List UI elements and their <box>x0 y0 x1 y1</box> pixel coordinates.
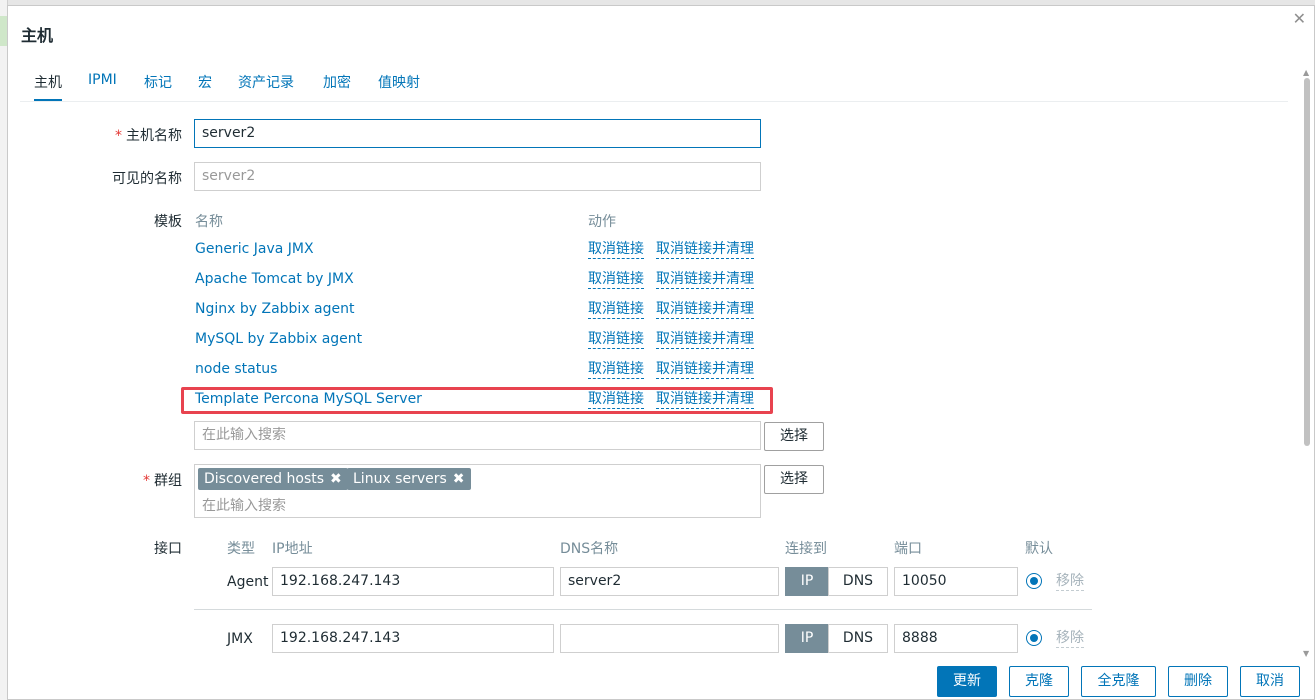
default-radio[interactable] <box>1026 630 1042 646</box>
unlink-button[interactable]: 取消链接 <box>588 301 644 319</box>
tab-inventory[interactable]: 资产记录 <box>238 72 294 92</box>
update-button[interactable]: 更新 <box>937 666 997 697</box>
interfaces-dns-header: DNS名称 <box>560 541 619 557</box>
interfaces-port-header: 端口 <box>894 541 922 557</box>
interface-dns-input[interactable] <box>560 624 779 653</box>
interface-ip-input[interactable]: 192.168.247.143 <box>272 624 554 653</box>
templates-name-header: 名称 <box>195 214 223 230</box>
templates-label: 模板 <box>154 214 182 230</box>
interfaces-type-header: 类型 <box>227 541 255 557</box>
groups-label: * 群组 <box>143 473 182 489</box>
interface-type: Agent <box>227 574 269 590</box>
unlink-button[interactable]: 取消链接 <box>588 361 644 379</box>
interface-dns-input[interactable]: server2 <box>560 567 779 596</box>
unlink-button[interactable]: 取消链接 <box>588 331 644 349</box>
delete-button[interactable]: 删除 <box>1168 666 1228 697</box>
template-link[interactable]: Template Percona MySQL Server <box>195 391 422 407</box>
interface-port-input[interactable]: 8888 <box>894 624 1018 653</box>
host-name-label: * 主机名称 <box>115 128 182 144</box>
remove-interface-button[interactable]: 移除 <box>1056 630 1084 648</box>
template-link[interactable]: node status <box>195 361 277 377</box>
template-select-button[interactable]: 选择 <box>764 422 824 451</box>
template-link[interactable]: Apache Tomcat by JMX <box>195 271 354 287</box>
connect-ip-toggle[interactable]: IP <box>785 624 829 653</box>
connect-dns-toggle[interactable]: DNS <box>828 567 888 596</box>
remove-chip-icon[interactable]: ✖ <box>330 471 342 487</box>
template-link[interactable]: Nginx by Zabbix agent <box>195 301 355 317</box>
connect-ip-toggle[interactable]: IP <box>785 567 829 596</box>
tab-bar: 主机 IPMI 标记 宏 资产记录 加密 值映射 <box>20 70 1288 102</box>
default-radio[interactable] <box>1026 573 1042 589</box>
unlink-clear-button[interactable]: 取消链接并清理 <box>656 361 754 379</box>
tab-tags[interactable]: 标记 <box>144 72 172 92</box>
scroll-down-icon[interactable]: ▼ <box>1303 649 1309 658</box>
unlink-clear-button[interactable]: 取消链接并清理 <box>656 331 754 349</box>
interfaces-connect-header: 连接到 <box>785 541 827 557</box>
tab-ipmi[interactable]: IPMI <box>88 72 117 88</box>
interfaces-default-header: 默认 <box>1025 541 1053 557</box>
connect-dns-toggle[interactable]: DNS <box>828 624 888 653</box>
interface-divider <box>194 609 1092 610</box>
scrollbar-thumb[interactable] <box>1304 78 1310 446</box>
scroll-up-icon[interactable]: ▲ <box>1303 68 1309 77</box>
tab-host[interactable]: 主机 <box>34 72 62 101</box>
close-icon[interactable]: ✕ <box>1293 9 1306 28</box>
groups-select-button[interactable]: 选择 <box>764 465 824 494</box>
interface-port-input[interactable]: 10050 <box>894 567 1018 596</box>
visible-name-input[interactable]: server2 <box>194 162 761 191</box>
scrollbar[interactable]: ▲ ▼ <box>1300 68 1314 658</box>
template-link[interactable]: Generic Java JMX <box>195 241 314 257</box>
remove-chip-icon[interactable]: ✖ <box>453 471 465 487</box>
group-chip: Discovered hosts ✖ <box>198 468 348 490</box>
tab-macros[interactable]: 宏 <box>198 72 212 92</box>
template-search-input[interactable]: 在此输入搜索 <box>194 421 761 450</box>
unlink-button[interactable]: 取消链接 <box>588 271 644 289</box>
unlink-clear-button[interactable]: 取消链接并清理 <box>656 391 754 409</box>
remove-interface-button[interactable]: 移除 <box>1056 573 1084 591</box>
unlink-button[interactable]: 取消链接 <box>588 391 644 409</box>
tab-encryption[interactable]: 加密 <box>323 72 351 92</box>
unlink-button[interactable]: 取消链接 <box>588 241 644 259</box>
full-clone-button[interactable]: 全克隆 <box>1081 666 1156 697</box>
interface-type: JMX <box>227 631 253 647</box>
clone-button[interactable]: 克隆 <box>1009 666 1069 697</box>
unlink-clear-button[interactable]: 取消链接并清理 <box>656 301 754 319</box>
unlink-clear-button[interactable]: 取消链接并清理 <box>656 241 754 259</box>
groups-search-input[interactable]: 在此输入搜索 <box>202 495 286 515</box>
host-name-input[interactable]: server2 <box>194 119 761 148</box>
templates-action-header: 动作 <box>588 214 616 230</box>
dialog-title: 主机 <box>21 26 54 45</box>
cancel-button[interactable]: 取消 <box>1240 666 1300 697</box>
interfaces-label: 接口 <box>154 541 182 557</box>
visible-name-label: 可见的名称 <box>112 171 182 187</box>
interface-ip-input[interactable]: 192.168.247.143 <box>272 567 554 596</box>
unlink-clear-button[interactable]: 取消链接并清理 <box>656 271 754 289</box>
tab-value-mapping[interactable]: 值映射 <box>378 72 420 92</box>
groups-multiselect[interactable]: Discovered hosts ✖ Linux servers ✖ 在此输入搜索 <box>194 464 761 518</box>
group-chip: Linux servers ✖ <box>347 468 471 490</box>
interfaces-ip-header: IP地址 <box>272 541 313 557</box>
template-link[interactable]: MySQL by Zabbix agent <box>195 331 362 347</box>
